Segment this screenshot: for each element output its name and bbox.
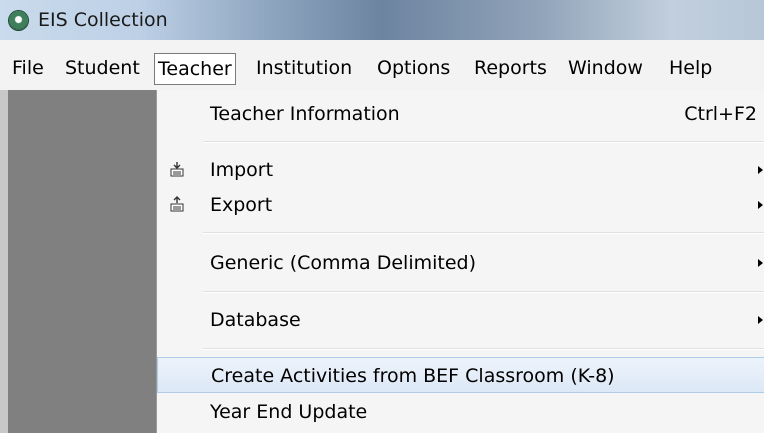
menuitem-label: Import xyxy=(210,159,274,181)
menu-separator xyxy=(203,291,764,293)
menuitem-label: Database xyxy=(210,309,301,331)
menuitem-label: Year End Update xyxy=(210,401,368,423)
submenu-arrow-icon xyxy=(758,201,763,209)
menu-file[interactable]: File xyxy=(9,52,47,84)
menuitem-create-activities[interactable]: Create Activities from BEF Classroom (K-… xyxy=(157,357,764,393)
menu-student[interactable]: Student xyxy=(62,52,143,84)
window-frame xyxy=(0,90,8,433)
import-icon xyxy=(169,161,185,177)
menuitem-teacher-information[interactable]: Teacher Information Ctrl+F2 xyxy=(157,96,764,132)
menuitem-year-end-update[interactable]: Year End Update xyxy=(157,394,764,430)
menuitem-label: Teacher Information xyxy=(210,103,400,125)
menu-window[interactable]: Window xyxy=(565,52,646,84)
menuitem-generic-comma-delimited[interactable]: Generic (Comma Delimited) xyxy=(157,245,764,281)
menuitem-label: Generic (Comma Delimited) xyxy=(210,252,476,274)
menu-separator xyxy=(203,141,764,143)
submenu-arrow-icon xyxy=(758,316,763,324)
menuitem-database[interactable]: Database xyxy=(157,302,764,338)
app-icon xyxy=(9,11,28,30)
submenu-arrow-icon xyxy=(758,166,763,174)
title-bar: EIS Collection xyxy=(0,0,764,41)
menu-reports[interactable]: Reports xyxy=(471,52,550,84)
window-title: EIS Collection xyxy=(38,9,168,31)
menu-separator xyxy=(203,232,764,234)
teacher-menu-dropdown: Teacher Information Ctrl+F2 Import Expor… xyxy=(156,90,764,433)
menu-help[interactable]: Help xyxy=(666,52,715,84)
menuitem-label: Create Activities from BEF Classroom (K-… xyxy=(211,365,615,387)
menuitem-export[interactable]: Export xyxy=(157,187,764,223)
menu-teacher[interactable]: Teacher xyxy=(154,53,236,85)
menu-institution[interactable]: Institution xyxy=(253,52,355,84)
workspace-area xyxy=(8,90,156,433)
menu-options[interactable]: Options xyxy=(374,52,453,84)
menuitem-label: Export xyxy=(210,194,273,216)
menuitem-import[interactable]: Import xyxy=(157,152,764,188)
export-icon xyxy=(169,196,185,212)
menu-separator xyxy=(203,348,764,350)
shortcut-label: Ctrl+F2 xyxy=(684,103,757,125)
submenu-arrow-icon xyxy=(758,259,763,267)
